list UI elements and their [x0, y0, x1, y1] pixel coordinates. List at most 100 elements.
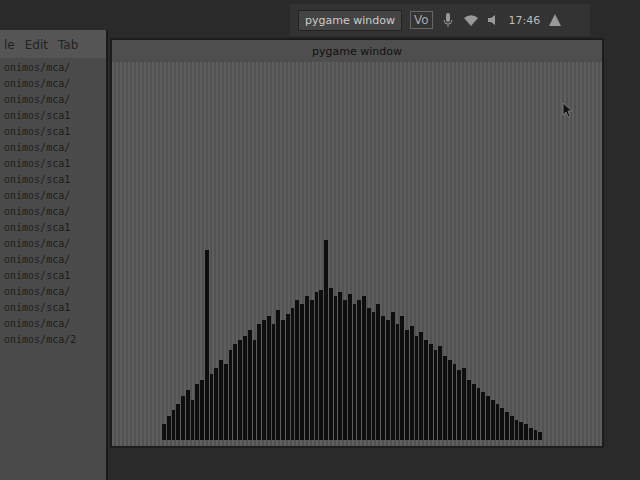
clock: 17:46 — [509, 14, 541, 27]
spectrum-bar — [334, 296, 338, 440]
spectrum-bar — [172, 410, 176, 440]
terminal-line: onimos/mca/ — [4, 238, 102, 249]
spectrum-bar — [310, 300, 314, 440]
spectrum-bar — [238, 340, 242, 440]
spectrum-bar — [372, 312, 376, 440]
spectrum-bar — [472, 384, 476, 440]
spectrum-bar — [272, 324, 276, 440]
spectrum-bar — [176, 404, 180, 440]
spectrum-bar — [538, 432, 542, 440]
spectrum-bar — [519, 422, 523, 440]
spectrum-bar — [515, 420, 519, 440]
spectrum-bar — [391, 312, 395, 440]
title-bar: pygame window — [112, 40, 602, 62]
spectrum-bar — [229, 350, 233, 440]
spectrum-bar — [415, 336, 419, 440]
speaker-icon[interactable] — [487, 13, 501, 27]
spectrum-bar — [357, 300, 361, 440]
spectrum-bar — [305, 296, 309, 440]
spectrum-bar — [338, 292, 342, 440]
spectrum-bar — [529, 428, 533, 440]
spectrum-bar — [376, 304, 380, 440]
spectrum-bar — [300, 304, 304, 440]
taskbar-item[interactable]: pygame window — [298, 10, 402, 31]
terminal-line: onimos/mca/ — [4, 254, 102, 265]
spectrum-bar — [267, 316, 271, 440]
spectrum-bar — [329, 288, 333, 440]
spectrum-bar — [534, 430, 538, 440]
spectrum-bar — [253, 340, 257, 440]
spectrum-bar — [257, 324, 261, 440]
spectrum-bar — [477, 388, 481, 440]
terminal-line: onimos/sca1 — [4, 158, 102, 169]
window-title: pygame window — [312, 45, 402, 58]
terminal-line: onimos/mca/ — [4, 62, 102, 73]
spectrum-bar — [467, 380, 471, 440]
terminal-line: onimos/mca/ — [4, 94, 102, 105]
spectrum-bar — [453, 364, 457, 440]
user-icon[interactable] — [548, 13, 562, 27]
spectrum-bar — [491, 400, 495, 440]
menu-item[interactable]: le — [4, 38, 15, 52]
terminal-line: onimos/mca/ — [4, 142, 102, 153]
spectrum-bar — [510, 416, 514, 440]
tray-app[interactable]: Vo — [410, 11, 433, 29]
spectrum-bar — [443, 356, 447, 440]
spectrum-bar — [405, 330, 409, 440]
spectrum-bar — [462, 368, 466, 440]
terminal-line: onimos/mca/ — [4, 318, 102, 329]
terminal-line: onimos/sca1 — [4, 222, 102, 233]
terminal-line: onimos/mca/ — [4, 206, 102, 217]
spectrum-bar — [438, 346, 442, 440]
spectrum-bar — [505, 412, 509, 440]
menu-item[interactable]: Edit — [25, 38, 48, 52]
spectrum-bar — [396, 324, 400, 440]
spectrum-bar — [400, 316, 404, 440]
spectrum-bar — [167, 416, 171, 440]
terminal-line: onimos/sca1 — [4, 126, 102, 137]
spectrum-bar — [353, 304, 357, 440]
spectrum-bar — [348, 294, 352, 440]
spectrum-bar — [367, 308, 371, 440]
terminal-menu-bar: le Edit Tab — [0, 30, 106, 58]
spectrum-bar — [186, 390, 190, 440]
terminal-line: onimos/sca1 — [4, 302, 102, 313]
spectrum-bar — [200, 380, 204, 440]
spectrum-bar — [481, 392, 485, 440]
spectrum-bar — [233, 344, 237, 440]
mic-icon[interactable] — [441, 12, 455, 28]
spectrum-bar — [262, 320, 266, 440]
spectrum-bar — [343, 300, 347, 440]
spectrum-bar — [191, 400, 195, 440]
spectrum-bar — [486, 396, 490, 440]
spectrum-chart — [162, 240, 542, 440]
spectrum-bar — [410, 326, 414, 440]
spectrum-bar — [448, 360, 452, 440]
spectrum-bar — [429, 344, 433, 440]
spectrum-bar — [205, 250, 209, 440]
spectrum-bar — [362, 296, 366, 440]
spectrum-bar — [291, 308, 295, 440]
spectrum-bar — [324, 240, 328, 440]
spectrum-bar — [319, 290, 323, 440]
spectrum-bar — [315, 292, 319, 440]
spectrum-bar — [195, 384, 199, 440]
menu-item[interactable]: Tab — [58, 38, 78, 52]
terminal-line: onimos/mca/ — [4, 190, 102, 201]
wifi-icon[interactable] — [463, 13, 479, 27]
spectrum-bar — [496, 404, 500, 440]
terminal-line: onimos/sca1 — [4, 110, 102, 121]
spectrum-bar — [276, 310, 280, 440]
terminal-line: onimos/mca/2 — [4, 334, 102, 345]
spectrum-bar — [210, 374, 214, 440]
terminal-window: le Edit Tab onimos/mca/onimos/mca/onimos/m… — [0, 30, 108, 480]
mouse-cursor-icon — [562, 102, 572, 118]
spectrum-bar — [181, 396, 185, 440]
terminal-line: onimos/sca1 — [4, 270, 102, 281]
terminal-line: onimos/sca1 — [4, 174, 102, 185]
spectrum-bar — [286, 314, 290, 440]
spectrum-bar — [214, 368, 218, 440]
spectrum-bar — [162, 424, 166, 440]
terminal-line: onimos/mca/ — [4, 286, 102, 297]
spectrum-bar — [295, 300, 299, 440]
